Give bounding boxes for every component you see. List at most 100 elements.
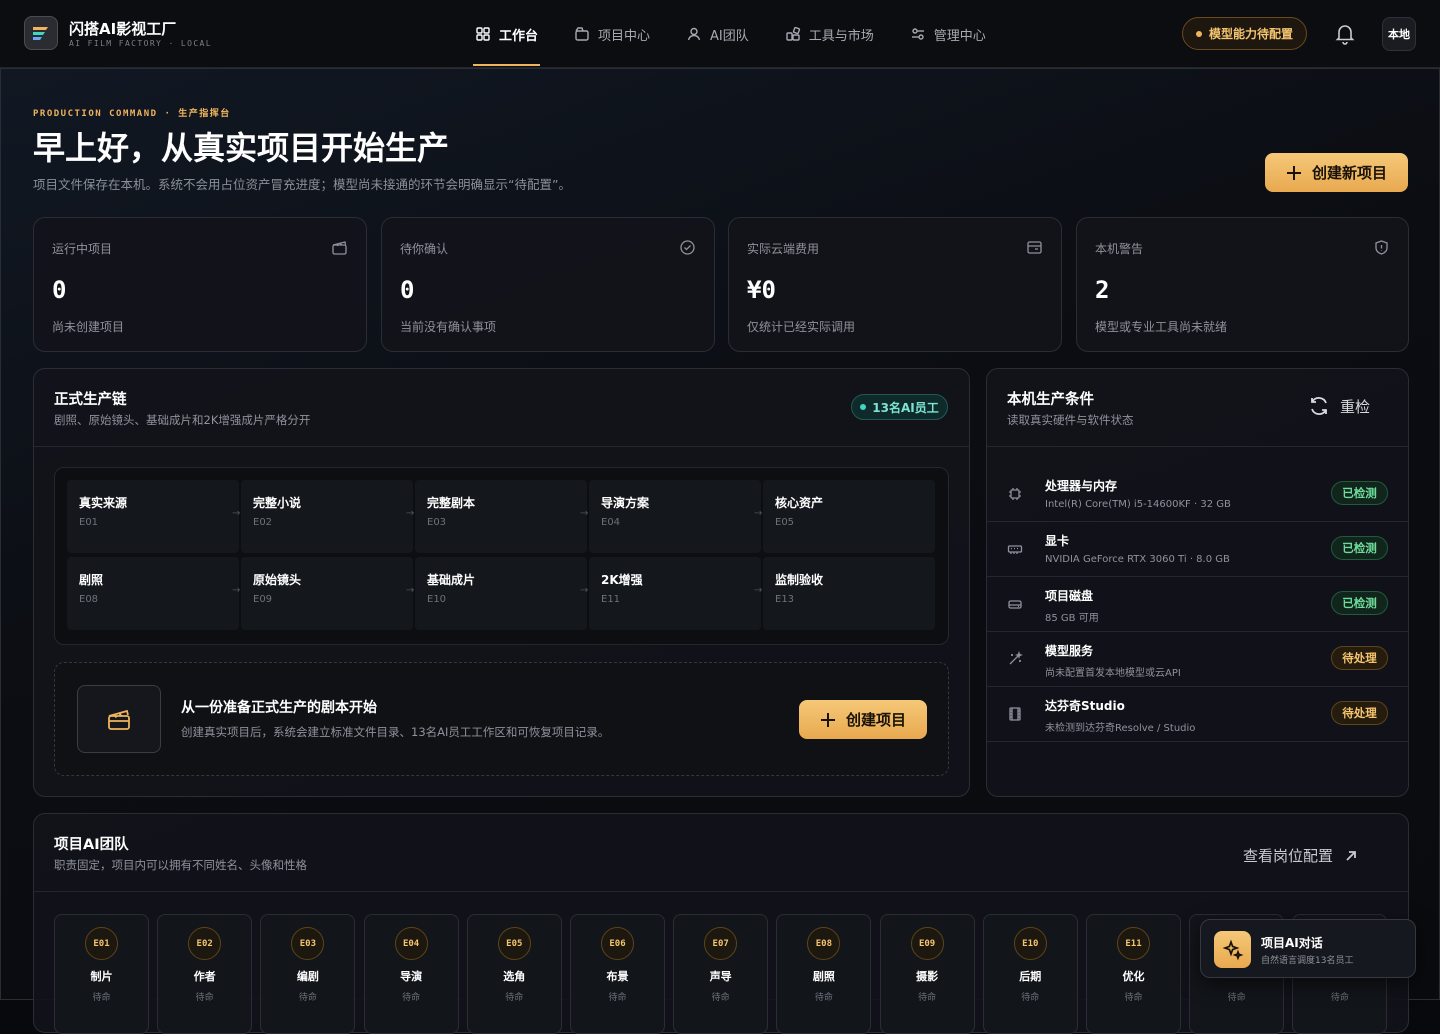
team-member-card[interactable]: E05 选角 待命 bbox=[466, 914, 562, 1034]
member-role: 编剧 bbox=[296, 970, 319, 983]
member-role: 作者 bbox=[193, 970, 216, 983]
recheck-label: 重检 bbox=[1340, 397, 1371, 416]
team-member-card[interactable]: E01 制片 待命 bbox=[54, 914, 149, 1034]
member-code: E04 bbox=[394, 927, 428, 960]
create-new-project-button[interactable]: 创建新项目 bbox=[1265, 153, 1408, 192]
page-subtitle: 项目文件保存在本机。系统不会用占位资产冒充进度；模型尚未接通的环节会明确显示“待… bbox=[33, 177, 571, 192]
status-badge: 已检测 bbox=[1331, 536, 1388, 560]
chain-arrow: → bbox=[580, 585, 589, 596]
nav-item-ai-team[interactable]: AI团队 bbox=[668, 0, 767, 68]
app-logo[interactable] bbox=[24, 16, 58, 50]
chain-arrow: → bbox=[406, 585, 415, 596]
recheck-button[interactable]: 重检 bbox=[1308, 395, 1370, 417]
condition-name: 模型服务 bbox=[1045, 644, 1094, 658]
member-code: E07 bbox=[704, 927, 738, 960]
stat-note: 仅统计已经实际调用 bbox=[747, 320, 856, 334]
status-badge: 待处理 bbox=[1331, 646, 1388, 670]
team-member-card[interactable]: E06 布景 待命 bbox=[570, 914, 665, 1034]
team-member-card[interactable]: E09 摄影待命 bbox=[879, 914, 975, 1034]
divider bbox=[34, 891, 1408, 892]
member-role: 优化 bbox=[1122, 970, 1145, 983]
clapperboard-icon-box bbox=[77, 685, 161, 753]
chain-arrow: → bbox=[754, 508, 763, 519]
section-subtitle: 读取真实硬件与软件状态 bbox=[1007, 413, 1134, 427]
team-member-card[interactable]: E10 后期 待命 bbox=[982, 914, 1078, 1034]
team-member-card[interactable]: E11 优化 待命 bbox=[1086, 914, 1181, 1034]
chain-step[interactable]: 完整剧本 E03 bbox=[415, 480, 587, 553]
ai-chat-launcher[interactable]: 项目AI对话 自然语言调度13名员工 bbox=[1200, 919, 1416, 978]
chain-step[interactable]: 核心资产 E05 bbox=[763, 480, 935, 553]
status-dot bbox=[1195, 30, 1202, 37]
chain-step[interactable]: 原始镜头 E09 bbox=[241, 557, 413, 630]
condition-row: 处理器与内存 Intel(R) Core(TM) i5-14600KF · 32 … bbox=[987, 467, 1408, 522]
member-code: E02 bbox=[188, 927, 222, 960]
section-title: 本机生产条件 bbox=[1007, 392, 1094, 408]
clapper-icon bbox=[332, 241, 347, 255]
model-status-label: 模型能力待配置 bbox=[1208, 27, 1293, 41]
member-status: 待命 bbox=[402, 993, 421, 1003]
chain-step[interactable]: 2K增强 E11 bbox=[589, 557, 761, 630]
section-subtitle: 剧照、原始镜头、基础成片和2K增强成片严格分开 bbox=[54, 413, 311, 427]
team-member-card[interactable]: E08 剧照 待命 bbox=[776, 914, 872, 1034]
member-code: E03 bbox=[291, 927, 325, 960]
team-member-card[interactable]: E04 导演 待命 bbox=[363, 914, 459, 1034]
view-roles-link[interactable]: 查看岗位配置 bbox=[1243, 845, 1359, 866]
stat-note: 模型或专业工具尚未就绪 bbox=[1095, 320, 1228, 334]
chat-subtitle: 自然语言调度13名员工 bbox=[1261, 956, 1354, 966]
chain-step[interactable]: 真实来源 E01 bbox=[67, 480, 239, 553]
condition-row: 显卡 NVIDIA GeForce RTX 3060 Ti · 8.0 GB 已检测 bbox=[987, 522, 1408, 577]
step-code: E04 bbox=[601, 517, 621, 528]
chain-arrow: → bbox=[754, 585, 763, 596]
nav-label: 工作台 bbox=[499, 28, 539, 44]
step-name: 监制验收 bbox=[775, 573, 824, 587]
bell-icon[interactable] bbox=[1333, 21, 1357, 45]
nav-item-tools[interactable]: 工具与市场 bbox=[767, 0, 892, 68]
button-label: 创建新项目 bbox=[1311, 165, 1387, 182]
divider bbox=[34, 446, 969, 447]
chain-step[interactable]: 监制验收 E13 bbox=[763, 557, 935, 630]
condition-name: 显卡 bbox=[1045, 534, 1070, 548]
model-status-pill[interactable]: 模型能力待配置 bbox=[1182, 17, 1307, 50]
top-bar: 闪搭AI影视工厂 AI FILM FACTORY · LOCAL 工作台 项目中… bbox=[0, 0, 1440, 68]
condition-detail: NVIDIA GeForce RTX 3060 Ti · 8.0 GB bbox=[1045, 554, 1230, 565]
chain-step[interactable]: 剧照 E08 bbox=[67, 557, 239, 630]
local-conditions-panel: 本机生产条件 读取真实硬件与软件状态 重检 处理器与内存 Intel(R) Cor… bbox=[986, 368, 1409, 797]
step-name: 完整小说 bbox=[253, 496, 302, 510]
team-member-card[interactable]: E02 作者 待命 bbox=[157, 914, 253, 1034]
team-member-card[interactable]: E03 编剧 待命 bbox=[260, 914, 356, 1034]
folder-icon bbox=[575, 27, 589, 41]
nav-item-dashboard[interactable]: 工作台 bbox=[457, 0, 556, 68]
disk-icon bbox=[1008, 600, 1022, 609]
status-badge: 已检测 bbox=[1331, 481, 1388, 505]
nav-item-admin[interactable]: 管理中心 bbox=[892, 0, 1004, 68]
member-role: 摄影 bbox=[916, 970, 939, 983]
condition-detail: 尚未配置首发本地模型或云API bbox=[1045, 668, 1181, 679]
chain-step[interactable]: 导演方案 E04 bbox=[589, 480, 761, 553]
condition-row: 模型服务尚未配置首发本地模型或云API 待处理 bbox=[987, 632, 1408, 687]
step-name: 2K增强 bbox=[601, 573, 643, 587]
stat-label: 待你确认 bbox=[400, 242, 449, 256]
create-project-button[interactable]: 创建项目 bbox=[799, 700, 927, 739]
member-role: 选角 bbox=[503, 970, 526, 983]
link-label: 查看岗位配置 bbox=[1243, 847, 1334, 865]
nav-label: 管理中心 bbox=[933, 28, 986, 44]
production-chain-panel: 正式生产链 剧照、原始镜头、基础成片和2K增强成片严格分开 13名AI员工 真实… bbox=[33, 368, 970, 797]
member-status: 待命 bbox=[1330, 993, 1349, 1003]
condition-name: 处理器与内存 bbox=[1045, 479, 1118, 493]
member-status: 待命 bbox=[918, 993, 937, 1003]
chain-step[interactable]: 完整小说 E02 bbox=[241, 480, 413, 553]
team-member-card[interactable]: E07 声导 待命 bbox=[673, 914, 769, 1034]
ai-staff-badge: 13名AI员工 bbox=[851, 394, 948, 420]
check-circle-icon bbox=[680, 240, 695, 255]
step-name: 核心资产 bbox=[775, 496, 824, 510]
apps-icon bbox=[786, 26, 800, 41]
local-mode-button[interactable]: 本地 bbox=[1382, 17, 1416, 51]
film-icon bbox=[1009, 707, 1021, 721]
page-title: 早上好，从真实项目开始生产 bbox=[33, 129, 450, 167]
nav-item-projects[interactable]: 项目中心 bbox=[556, 0, 668, 68]
stat-note: 当前没有确认事项 bbox=[400, 320, 497, 334]
chain-arrow: → bbox=[232, 508, 241, 519]
chat-title: 项目AI对话 bbox=[1261, 936, 1323, 950]
chain-step[interactable]: 基础成片 E10 bbox=[415, 557, 587, 630]
member-code: E09 bbox=[910, 927, 944, 960]
